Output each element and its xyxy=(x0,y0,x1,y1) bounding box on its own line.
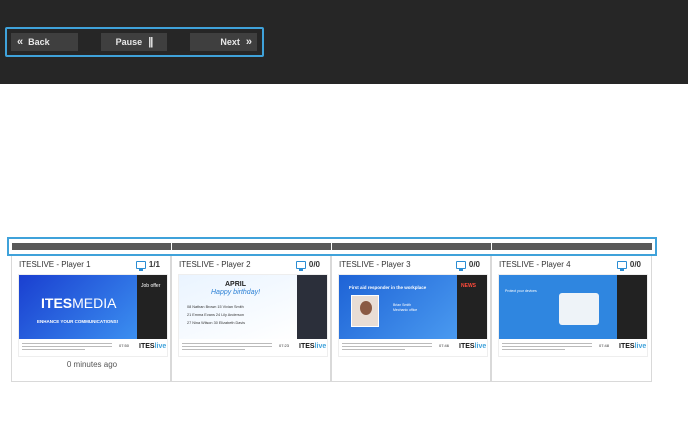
preview-side-panel: NEWS xyxy=(457,275,487,339)
preview-time: 07:48 xyxy=(599,343,610,348)
preview-heading: First aid responder in the workplace xyxy=(349,285,427,290)
preview-heading: APRIL xyxy=(225,281,246,288)
player-count: 0/0 xyxy=(616,260,641,271)
player-preview[interactable]: ITESMEDIA ENHANCE YOUR COMMUNICATIONS! J… xyxy=(18,274,168,357)
monitor-icon xyxy=(455,260,466,271)
preview-footer: 07:46 ITESlive xyxy=(339,339,487,356)
iteslive-logo: ITESlive xyxy=(299,343,327,350)
preview-main: APRIL Happy birthday! 08 Nathan Brown 15… xyxy=(179,275,297,339)
player-last-seen: 0 minutes ago xyxy=(66,360,118,369)
iteslive-logo: ITESlive xyxy=(619,343,647,350)
next-button-label: Next xyxy=(220,37,240,47)
player-count-value: 1/1 xyxy=(148,260,160,269)
player-preview[interactable]: First aid responder in the workplace Bri… xyxy=(338,274,488,357)
back-button-label: Back xyxy=(28,37,50,47)
preview-footer: 07:23 ITESlive xyxy=(179,339,327,356)
player-card[interactable]: ITESLIVE - Player 3 0/0 First aid respon… xyxy=(331,256,491,382)
player-1-header-bar[interactable] xyxy=(12,243,171,250)
preview-footer-ticker xyxy=(22,343,112,352)
iteslive-logo: ITESlive xyxy=(139,343,167,350)
preview-footer-ticker xyxy=(502,343,592,352)
pause-icon: || xyxy=(148,35,153,48)
player-preview[interactable]: Protect your devices 07:48 ITESlive xyxy=(498,274,648,357)
pause-button-label: Pause xyxy=(115,37,143,47)
preview-tagline: ENHANCE YOUR COMMUNICATIONS! xyxy=(37,319,119,324)
double-chevron-left-icon: « xyxy=(17,35,23,48)
player-4-header-bar[interactable] xyxy=(492,243,652,250)
preview-side-panel xyxy=(297,275,327,339)
monitor-icon xyxy=(135,260,146,271)
next-button[interactable]: Next » xyxy=(190,33,257,51)
player-3-header-bar[interactable] xyxy=(332,243,491,250)
player-count: 0/0 xyxy=(295,260,320,271)
preview-side-panel: Job offer xyxy=(137,275,167,339)
player-title: ITESLIVE - Player 4 xyxy=(499,260,571,269)
player-card[interactable]: ITESLIVE - Player 4 0/0 Protect your dev… xyxy=(491,256,652,382)
player-preview[interactable]: APRIL Happy birthday! 08 Nathan Brown 15… xyxy=(178,274,328,357)
player-count-value: 0/0 xyxy=(308,260,320,269)
top-toolbar: « Back Pause || Next » xyxy=(0,0,688,84)
preview-time: 07:50 xyxy=(119,343,130,348)
player-card[interactable]: ITESLIVE - Player 2 0/0 APRIL Happy birt… xyxy=(171,256,331,382)
preview-birthday-list: 08 Nathan Brown 15 Vivian Smith 21 Emma … xyxy=(187,305,246,325)
player-count: 1/1 xyxy=(135,260,160,271)
iteslive-logo: ITESlive xyxy=(459,343,487,350)
player-count-value: 0/0 xyxy=(629,260,641,269)
preview-footer-ticker xyxy=(182,343,272,352)
preview-heading: Protect your devices xyxy=(505,289,537,293)
preview-news-label: NEWS xyxy=(461,283,476,289)
player-count: 0/0 xyxy=(455,260,480,271)
double-chevron-right-icon: » xyxy=(245,35,252,48)
preview-subheading: Happy birthday! xyxy=(211,289,261,296)
monitor-icon xyxy=(295,260,306,271)
preview-side-text: Job offer xyxy=(141,283,161,289)
monitor-icon xyxy=(616,260,627,271)
preview-time: 07:23 xyxy=(279,343,290,348)
preview-time: 07:46 xyxy=(439,343,450,348)
preview-main: First aid responder in the workplace Bri… xyxy=(339,275,457,339)
preview-side-panel xyxy=(617,275,647,339)
preview-person: Brian Smith Mechanic office xyxy=(393,303,418,312)
preview-footer: 07:48 ITESlive xyxy=(499,339,647,356)
preview-photo xyxy=(351,295,379,327)
preview-footer-ticker xyxy=(342,343,432,352)
preview-main: ITESMEDIA ENHANCE YOUR COMMUNICATIONS! xyxy=(19,275,137,339)
preview-brand: ITESMEDIA xyxy=(41,295,117,311)
preview-footer: 07:50 ITESlive xyxy=(19,339,167,356)
player-title: ITESLIVE - Player 2 xyxy=(179,260,251,269)
preview-main: Protect your devices xyxy=(499,275,617,339)
back-button[interactable]: « Back xyxy=(11,33,78,51)
player-count-value: 0/0 xyxy=(468,260,480,269)
pause-button[interactable]: Pause || xyxy=(101,33,167,51)
player-title: ITESLIVE - Player 1 xyxy=(19,260,91,269)
player-card[interactable]: ITESLIVE - Player 1 1/1 ITESMEDIA ENHANC… xyxy=(11,256,171,382)
player-2-header-bar[interactable] xyxy=(172,243,331,250)
player-title: ITESLIVE - Player 3 xyxy=(339,260,411,269)
preview-illustration xyxy=(559,293,599,325)
